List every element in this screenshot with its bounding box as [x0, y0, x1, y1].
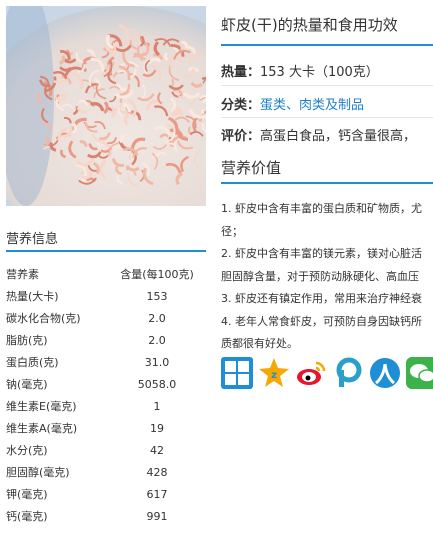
- page-title: 虾皮(干)的热量和食用功效: [221, 16, 398, 34]
- nutrient-amount: 1: [153, 399, 161, 413]
- nutrient-name: 水分(克): [6, 444, 48, 457]
- header-amount: 含量(每100克): [120, 268, 194, 281]
- nutrition-row: 脂肪(克) 2.0: [6, 329, 206, 351]
- value-title: 营养价值: [221, 159, 282, 177]
- renren-icon[interactable]: [369, 357, 401, 389]
- wechat-icon[interactable]: [406, 357, 433, 389]
- value-line: 胆固醇含量，对于预防动脉硬化、高血压: [221, 269, 419, 283]
- rating-label: 评价：: [221, 129, 261, 144]
- title-divider: [221, 44, 433, 46]
- nutrition-row: 碳水化合物(克) 2.0: [6, 307, 206, 329]
- value-line: 2. 虾皮中含有丰富的镁元素，镁对心脏活: [221, 247, 422, 260]
- nutrient-amount: 42: [150, 443, 164, 457]
- food-photo: [6, 6, 206, 206]
- nutrition-table: 营养素 含量(每100克) 热量(大卡) 153 碳水化合物(克) 2.0 脂肪(克) 2…: [6, 263, 206, 527]
- value-line: 3. 虾皮还有镇定作用，常用来治疗神经衰: [221, 292, 422, 305]
- nutrient-amount: 991: [146, 509, 168, 523]
- nutrient-name: 热量(大卡): [6, 290, 59, 303]
- nutrient-amount: 428: [146, 465, 168, 479]
- nutrient-name: 蛋白质(克): [6, 356, 59, 369]
- nutrient-name: 维生素A(毫克): [6, 422, 78, 435]
- value-line: 1. 虾皮中含有丰富的蛋白质和矿物质，尤: [221, 202, 422, 215]
- value-line: 质都很有好处。: [221, 337, 298, 350]
- category-link[interactable]: 蛋类、肉类及制品: [260, 98, 364, 113]
- calorie-row: 热量：153 大卡（100克）: [221, 61, 379, 80]
- value-text: 1. 虾皮中含有丰富的蛋白质和矿物质，尤 径； 2. 虾皮中含有丰富的镁元素，镁对心…: [221, 198, 433, 350]
- weibo-icon[interactable]: [295, 357, 327, 389]
- value-divider: [221, 182, 433, 184]
- nutrient-name: 钙(毫克): [6, 510, 48, 523]
- nutrition-row: 钙(毫克) 991: [6, 505, 206, 527]
- pengyou-icon[interactable]: [332, 357, 364, 389]
- calorie-label: 热量：: [221, 65, 261, 80]
- rating-value: 高蛋白食品，钙含量很高，: [260, 129, 417, 144]
- rating-row: 评价：高蛋白食品，钙含量很高，: [221, 125, 416, 144]
- category-label: 分类：: [221, 98, 261, 113]
- nutrition-row: 热量(大卡) 153: [6, 285, 206, 307]
- nutrient-amount: 31.0: [144, 355, 170, 369]
- nutrient-name: 碳水化合物(克): [6, 312, 81, 325]
- nutrition-row: 水分(克) 42: [6, 439, 206, 461]
- nutrient-amount: 19: [150, 421, 164, 435]
- nutrition-row: 维生素E(毫克) 1: [6, 395, 206, 417]
- nutrition-row: 钠(毫克) 5058.0: [6, 373, 206, 395]
- nutrition-row: 维生素A(毫克) 19: [6, 417, 206, 439]
- header-nutrient: 营养素: [6, 268, 39, 281]
- nutrient-name: 脂肪(克): [6, 334, 48, 347]
- nutrition-row: 蛋白质(克) 31.0: [6, 351, 206, 373]
- nutrient-name: 钾(毫克): [6, 488, 48, 501]
- nutrition-header-row: 营养素 含量(每100克): [6, 263, 206, 285]
- nutrient-amount: 5058.0: [137, 377, 177, 391]
- calorie-value: 153 大卡（100克）: [260, 65, 379, 80]
- qzone-plus-icon[interactable]: [221, 357, 253, 389]
- nutrition-row: 胆固醇(毫克) 428: [6, 461, 206, 483]
- category-row: 分类：蛋类、肉类及制品: [221, 94, 364, 113]
- nutrient-amount: 153: [146, 289, 168, 303]
- nutrient-name: 维生素E(毫克): [6, 400, 77, 413]
- svg-text:z: z: [271, 370, 277, 381]
- nutrient-amount: 2.0: [148, 333, 166, 347]
- value-line: 4. 老年人常食虾皮，可预防自身因缺钙所: [221, 314, 422, 328]
- nutrition-title: 营养信息: [6, 232, 59, 247]
- nutrient-amount: 2.0: [148, 311, 166, 325]
- row-separator: [221, 117, 433, 118]
- nutrient-name: 钠(毫克): [6, 378, 48, 391]
- share-bar: z: [221, 357, 433, 389]
- nutrition-row: 钾(毫克) 617: [6, 483, 206, 505]
- value-line: 径；: [221, 224, 243, 238]
- row-separator: [221, 85, 433, 86]
- nutrition-divider: [6, 250, 206, 252]
- nutrient-name: 胆固醇(毫克): [6, 466, 70, 479]
- qzone-star-icon[interactable]: z: [258, 357, 290, 389]
- nutrient-amount: 617: [146, 487, 168, 501]
